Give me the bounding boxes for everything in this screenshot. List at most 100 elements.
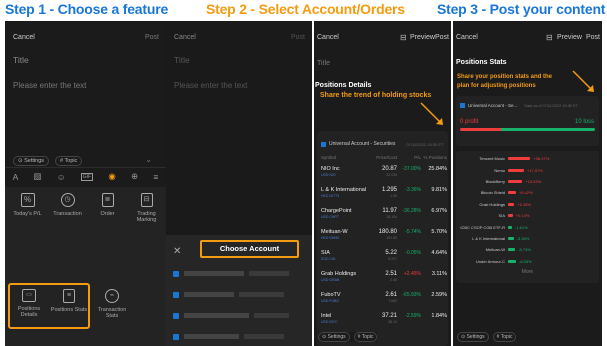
stock-cost: 22.038 <box>386 173 397 177</box>
layout-icon[interactable]: ⊟ <box>400 33 407 42</box>
annotation-line: plan for adjusting positions <box>457 83 536 89</box>
section-title: Positions Stats <box>456 59 507 66</box>
position-pct-cell: 3.11% <box>431 271 447 277</box>
stock-name: SIA <box>321 250 330 256</box>
clock-icon: ◷ <box>60 193 75 207</box>
table-row[interactable]: L & K International HKD 00773 1.295 1.58 -3.… <box>321 187 447 208</box>
feature-label: Transaction <box>53 211 82 217</box>
stock-pl: -5.74% <box>518 247 531 253</box>
stock-name: Meituan-W <box>485 247 505 253</box>
image-icon[interactable]: ▨ <box>34 171 42 182</box>
post-button[interactable]: Post <box>586 34 600 41</box>
emoji-icon[interactable]: ☺ <box>57 172 66 182</box>
price-cell: 180.80 191.80 <box>361 229 397 240</box>
stock-pl: +15.53% <box>525 178 542 184</box>
stock-name: BlackBerry <box>485 178 505 184</box>
close-icon[interactable]: ✕ <box>173 246 181 257</box>
table-row[interactable]: Grab Holdings USD GRAB 2.51 2.45 +2.45% 3.11% <box>321 271 447 292</box>
stats-row[interactable]: Nemo +17.57% <box>456 164 599 175</box>
stock-price: 2.61 <box>385 292 397 298</box>
stats-row[interactable]: ICBC CSOP CGB ETF-R -1.61% <box>456 221 599 232</box>
account-item[interactable] <box>166 326 312 346</box>
settings-button[interactable]: ⊙ Settings <box>13 156 50 166</box>
annotation-text: Share the trend of holding stocks <box>320 92 432 99</box>
stats-row[interactable]: L & K International -3.36% <box>456 233 599 244</box>
feature-icon[interactable]: ◉ <box>108 171 115 182</box>
account-icon <box>460 103 465 108</box>
feature-trading-marking[interactable]: ⊟ Trading Marking <box>127 193 166 223</box>
settings-button[interactable]: ⊙ Settings <box>457 332 489 342</box>
table-row[interactable]: NIO Inc USD NIO 20.87 22.038 -37.00% 25.84% <box>321 166 447 187</box>
stock-name: ChargePoint <box>321 208 352 214</box>
stats-row[interactable]: Tencent Music +38.97% <box>456 153 599 164</box>
feature-positions-details[interactable]: ▭ Positions Details <box>10 289 48 318</box>
table-header: Symbol Price/Cost P/L% Positions <box>321 155 447 160</box>
topic-button[interactable]: # Topic <box>55 156 83 166</box>
stats-row[interactable]: Bitcoin Shield +5.42% <box>456 187 599 198</box>
loss-count: 10 loss <box>574 119 594 125</box>
content-input[interactable]: Please enter the text <box>13 81 86 90</box>
topic-button[interactable]: # Topic <box>353 332 378 342</box>
preview-button[interactable]: Preview <box>557 34 582 41</box>
account-item[interactable] <box>166 284 312 305</box>
title-input[interactable]: Title <box>13 55 29 65</box>
settings-button[interactable]: ⊙ Settings <box>318 332 350 342</box>
symbol-cell: SIA SGD C6L <box>321 250 361 261</box>
feature-todays-pl[interactable]: % Today's P/L <box>9 193 46 217</box>
stock-cost: 5.207 <box>388 257 397 261</box>
title-input[interactable]: Title <box>174 55 190 65</box>
price-cell: 37.21 38.10 <box>361 313 397 324</box>
positions-table: NIO Inc USD NIO 20.87 22.038 -37.00% 25.84% L … <box>321 166 447 334</box>
plus-icon[interactable]: ⊕ <box>131 171 138 182</box>
preview-button[interactable]: Preview <box>410 34 435 41</box>
cancel-button[interactable]: Cancel <box>174 34 196 41</box>
content-input[interactable]: Please enter the text <box>174 81 247 90</box>
stats-row[interactable]: Meituan-W -5.74% <box>456 244 599 255</box>
table-row[interactable]: Meituan-W HKD 03690 180.80 191.80 -5.74% 5.70… <box>321 229 447 250</box>
stock-code: USD INTC <box>321 320 338 324</box>
stats-row[interactable]: Under Armour-C -6.05% <box>456 256 599 267</box>
chevron-down-icon[interactable]: ⌄ <box>145 155 152 164</box>
feature-order[interactable]: ≣ Order <box>89 193 126 217</box>
post-button[interactable]: Post <box>291 34 305 41</box>
cancel-button[interactable]: Cancel <box>317 34 339 41</box>
position-pct-cell: 9.81% <box>431 187 447 193</box>
cancel-button[interactable]: Cancel <box>456 34 478 41</box>
stats-row[interactable]: BlackBerry +15.53% <box>456 176 599 187</box>
stock-cost: 7.662 <box>388 299 397 303</box>
pl-icon: % <box>20 193 35 207</box>
title-input[interactable]: Title <box>317 60 330 67</box>
stats-row[interactable]: SIA +0.14% <box>456 210 599 221</box>
stock-pl: -6.05% <box>519 258 532 264</box>
feature-transaction-stats[interactable]: ⌁ Transaction Stats <box>93 289 131 319</box>
layout-icon[interactable]: ⊟ <box>546 33 553 42</box>
stock-name: Grab Holdings <box>479 201 505 207</box>
topic-button[interactable]: # Topic <box>492 332 517 342</box>
more-link[interactable]: More <box>453 269 602 275</box>
price-cell: 20.87 22.038 <box>361 166 397 177</box>
position-pct-cell: 4.64% <box>431 250 447 256</box>
account-row: Universal Account - Se... Data as of 07/… <box>460 103 578 108</box>
feature-transaction[interactable]: ◷ Transaction <box>49 193 86 217</box>
annotation-line: Share your position stats and the <box>457 74 553 80</box>
feature-label: Today's P/L <box>13 211 42 217</box>
post-button[interactable]: Post <box>435 34 449 41</box>
cancel-button[interactable]: Cancel <box>13 34 35 41</box>
table-row[interactable]: FuboTV USD FUBO 2.61 7.662 -65.93% 2.59% <box>321 292 447 313</box>
list-icon[interactable]: ≡ <box>153 172 158 182</box>
account-item[interactable] <box>166 305 312 326</box>
font-icon[interactable]: A <box>13 172 19 182</box>
gif-icon[interactable]: GIF <box>80 172 94 181</box>
profit-loss-bar <box>460 128 595 131</box>
stock-cost: 191.80 <box>386 236 397 240</box>
account-item[interactable] <box>166 263 312 284</box>
stats-row[interactable]: Grab Holdings +2.45% <box>456 199 599 210</box>
position-pct-cell: 1.84% <box>431 313 447 319</box>
table-row[interactable]: Intel USD INTC 37.21 38.10 -2.59% 1.84% <box>321 313 447 334</box>
pl-cell: -5.74% <box>405 229 421 235</box>
feature-positions-stats[interactable]: ≡ Positions Stats <box>49 289 89 313</box>
post-button[interactable]: Post <box>145 34 159 41</box>
table-row[interactable]: ChargePoint USD CHPT 11.97 18.154 -36.28% 6.9… <box>321 208 447 229</box>
stock-name: SIA <box>498 213 505 219</box>
table-row[interactable]: SIA SGD C6L 5.22 5.207 -0.05% 4.64% <box>321 250 447 271</box>
